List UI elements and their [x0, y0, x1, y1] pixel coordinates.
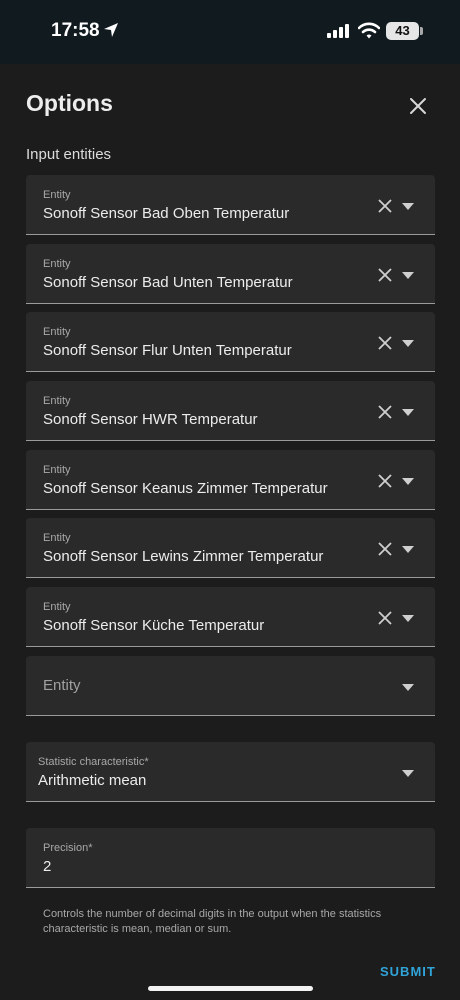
clear-icon[interactable] — [378, 474, 392, 488]
clear-icon[interactable] — [378, 199, 392, 213]
entity-field-value: Sonoff Sensor Bad Oben Temperatur — [43, 205, 290, 222]
entity-field[interactable]: Entity Sonoff Sensor Bad Oben Temperatur — [26, 175, 435, 235]
dropdown-arrow-icon[interactable] — [402, 203, 414, 210]
entity-field-label: Entity — [43, 189, 71, 201]
entity-field[interactable]: Entity Sonoff Sensor HWR Temperatur — [26, 381, 435, 441]
precision-field[interactable]: Precision* 2 — [26, 828, 435, 888]
clear-icon[interactable] — [378, 405, 392, 419]
entity-field-label: Entity — [43, 258, 71, 270]
entity-field-value: Sonoff Sensor Keanus Zimmer Temperatur — [43, 480, 328, 497]
dropdown-arrow-icon[interactable] — [402, 546, 414, 553]
dropdown-arrow-icon[interactable] — [402, 770, 414, 777]
entity-field-label: Entity — [43, 464, 71, 476]
home-indicator — [148, 986, 313, 991]
entity-field-label: Entity — [43, 395, 71, 407]
battery-indicator: 43 — [386, 22, 419, 40]
entity-field-label: Entity — [43, 532, 71, 544]
dropdown-arrow-icon[interactable] — [402, 615, 414, 622]
status-time: 17:58 — [51, 20, 100, 41]
entity-field-value: Sonoff Sensor Bad Unten Temperatur — [43, 274, 293, 291]
entity-field-value: Sonoff Sensor Lewins Zimmer Temperatur — [43, 548, 324, 565]
close-button[interactable] — [404, 92, 432, 120]
dropdown-arrow-icon[interactable] — [402, 409, 414, 416]
precision-label: Precision* — [43, 842, 93, 854]
clear-icon[interactable] — [378, 542, 392, 556]
dropdown-arrow-icon[interactable] — [402, 340, 414, 347]
submit-button[interactable]: SUBMIT — [380, 964, 436, 979]
entity-field-value: Sonoff Sensor Flur Unten Temperatur — [43, 342, 292, 359]
precision-value: 2 — [43, 858, 52, 875]
entity-field[interactable]: Entity Sonoff Sensor Küche Temperatur — [26, 587, 435, 647]
entity-field-value: Sonoff Sensor Küche Temperatur — [43, 617, 265, 634]
dropdown-arrow-icon[interactable] — [402, 684, 414, 691]
location-arrow-icon — [104, 23, 118, 37]
dropdown-arrow-icon[interactable] — [402, 478, 414, 485]
dialog-title: Options — [26, 90, 113, 116]
dropdown-arrow-icon[interactable] — [402, 272, 414, 279]
clear-icon[interactable] — [378, 268, 392, 282]
entity-field-label: Entity — [43, 601, 71, 613]
statistic-characteristic-label: Statistic characteristic* — [38, 756, 149, 768]
empty-entity-field[interactable]: Entity — [26, 656, 435, 716]
clear-icon[interactable] — [378, 611, 392, 625]
statistic-characteristic-value: Arithmetic mean — [38, 772, 147, 789]
entity-field[interactable]: Entity Sonoff Sensor Keanus Zimmer Tempe… — [26, 450, 435, 510]
precision-helper-text: Controls the number of decimal digits in… — [43, 908, 382, 935]
status-bar: 17:58 43 — [0, 0, 460, 64]
entity-field[interactable]: Entity Sonoff Sensor Bad Unten Temperatu… — [26, 244, 435, 304]
clear-icon[interactable] — [378, 336, 392, 350]
wifi-icon — [358, 22, 380, 39]
entity-field-label: Entity — [43, 326, 71, 338]
entity-field-value: Sonoff Sensor HWR Temperatur — [43, 411, 258, 428]
statistic-characteristic-select[interactable]: Statistic characteristic* Arithmetic mea… — [26, 742, 435, 802]
section-label-input-entities: Input entities — [26, 146, 112, 163]
entity-placeholder: Entity — [43, 677, 81, 694]
entity-field[interactable]: Entity Sonoff Sensor Lewins Zimmer Tempe… — [26, 518, 435, 578]
battery-nub — [420, 27, 423, 35]
entity-field[interactable]: Entity Sonoff Sensor Flur Unten Temperat… — [26, 312, 435, 372]
close-icon — [410, 98, 426, 114]
cellular-signal-icon — [327, 24, 349, 38]
